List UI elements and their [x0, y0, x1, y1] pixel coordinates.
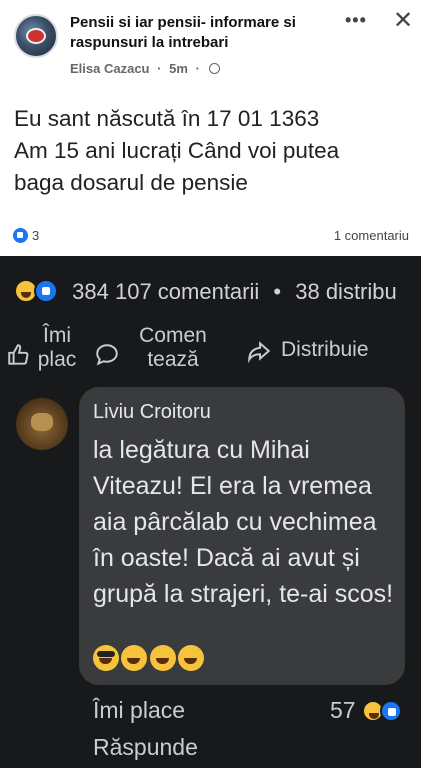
post-text-line: baga dosarul de pensie	[14, 170, 248, 195]
commenter-avatar[interactable]	[16, 398, 68, 450]
like-label: Îmi plac	[37, 324, 77, 371]
close-icon[interactable]: ✕	[393, 6, 413, 35]
post-text-line: Eu sant născută în 17 01 1363	[14, 106, 320, 131]
group-avatar[interactable]	[14, 14, 58, 58]
laughing-emoji-icon	[149, 645, 176, 671]
shares-count[interactable]: 38 distribu	[295, 279, 397, 304]
post-reactions-count[interactable]: 3	[32, 228, 39, 243]
author-name[interactable]: Elisa Cazacu	[70, 61, 150, 76]
meta-separator: ·	[157, 61, 162, 76]
comment-like-button[interactable]: Îmi place	[93, 697, 185, 724]
comment-reaction-icons	[361, 700, 406, 722]
reactions-count[interactable]: 384	[72, 279, 109, 304]
post-comments-count[interactable]: 1 comentariu	[334, 228, 409, 243]
comment-reactions-count: 57	[330, 697, 356, 723]
winking-tongue-emoji-icon	[178, 645, 205, 671]
group-name[interactable]: Pensii si iar pensii- informare si raspu…	[70, 13, 340, 53]
share-stats-row: 384 107 comentarii • 38 distribu	[14, 279, 397, 305]
stats-separator: •	[273, 279, 282, 304]
commenter-name[interactable]: Liviu Croitoru	[93, 401, 211, 424]
comment-icon	[96, 344, 118, 366]
more-horizontal-icon[interactable]: •••	[345, 10, 367, 31]
share-arrow-icon	[248, 341, 271, 364]
original-post-card: Pensii si iar pensii- informare si raspu…	[0, 0, 421, 256]
meta-separator-2: ·	[195, 61, 200, 76]
post-time[interactable]: 5m	[169, 61, 188, 76]
comment-reply-button[interactable]: Răspunde	[93, 734, 198, 761]
rolling-laughing-emoji-icon	[121, 645, 148, 671]
thumbs-up-icon	[8, 344, 29, 365]
reaction-icons[interactable]	[14, 279, 64, 303]
action-bar: Îmi plac Comen tează Distribuie	[0, 320, 421, 380]
comments-count[interactable]: 107 comentarii	[115, 279, 259, 304]
like-reaction-icon	[34, 279, 58, 303]
post-text-line: Am 15 ani lucrați Când voi putea	[14, 138, 340, 163]
like-reaction-icon	[379, 700, 402, 722]
comment-text: la legătura cu Mihai Viteazu! El era la …	[93, 436, 394, 608]
comment-reactions[interactable]: 57	[330, 697, 408, 724]
globe-icon	[209, 63, 221, 74]
post-meta: Elisa Cazacu · 5m ·	[70, 61, 221, 76]
comment-bubble[interactable]: Liviu Croitoru la legătura cu Mihai Vite…	[79, 387, 405, 685]
post-text: Eu sant născută în 17 01 1363 Am 15 ani …	[14, 103, 409, 199]
comment-label: Comen tează	[139, 324, 207, 371]
share-label: Distribuie	[281, 338, 369, 361]
like-reaction-icon	[13, 228, 28, 243]
sunglasses-emoji-icon	[93, 645, 119, 671]
comment-emojis	[93, 645, 205, 673]
